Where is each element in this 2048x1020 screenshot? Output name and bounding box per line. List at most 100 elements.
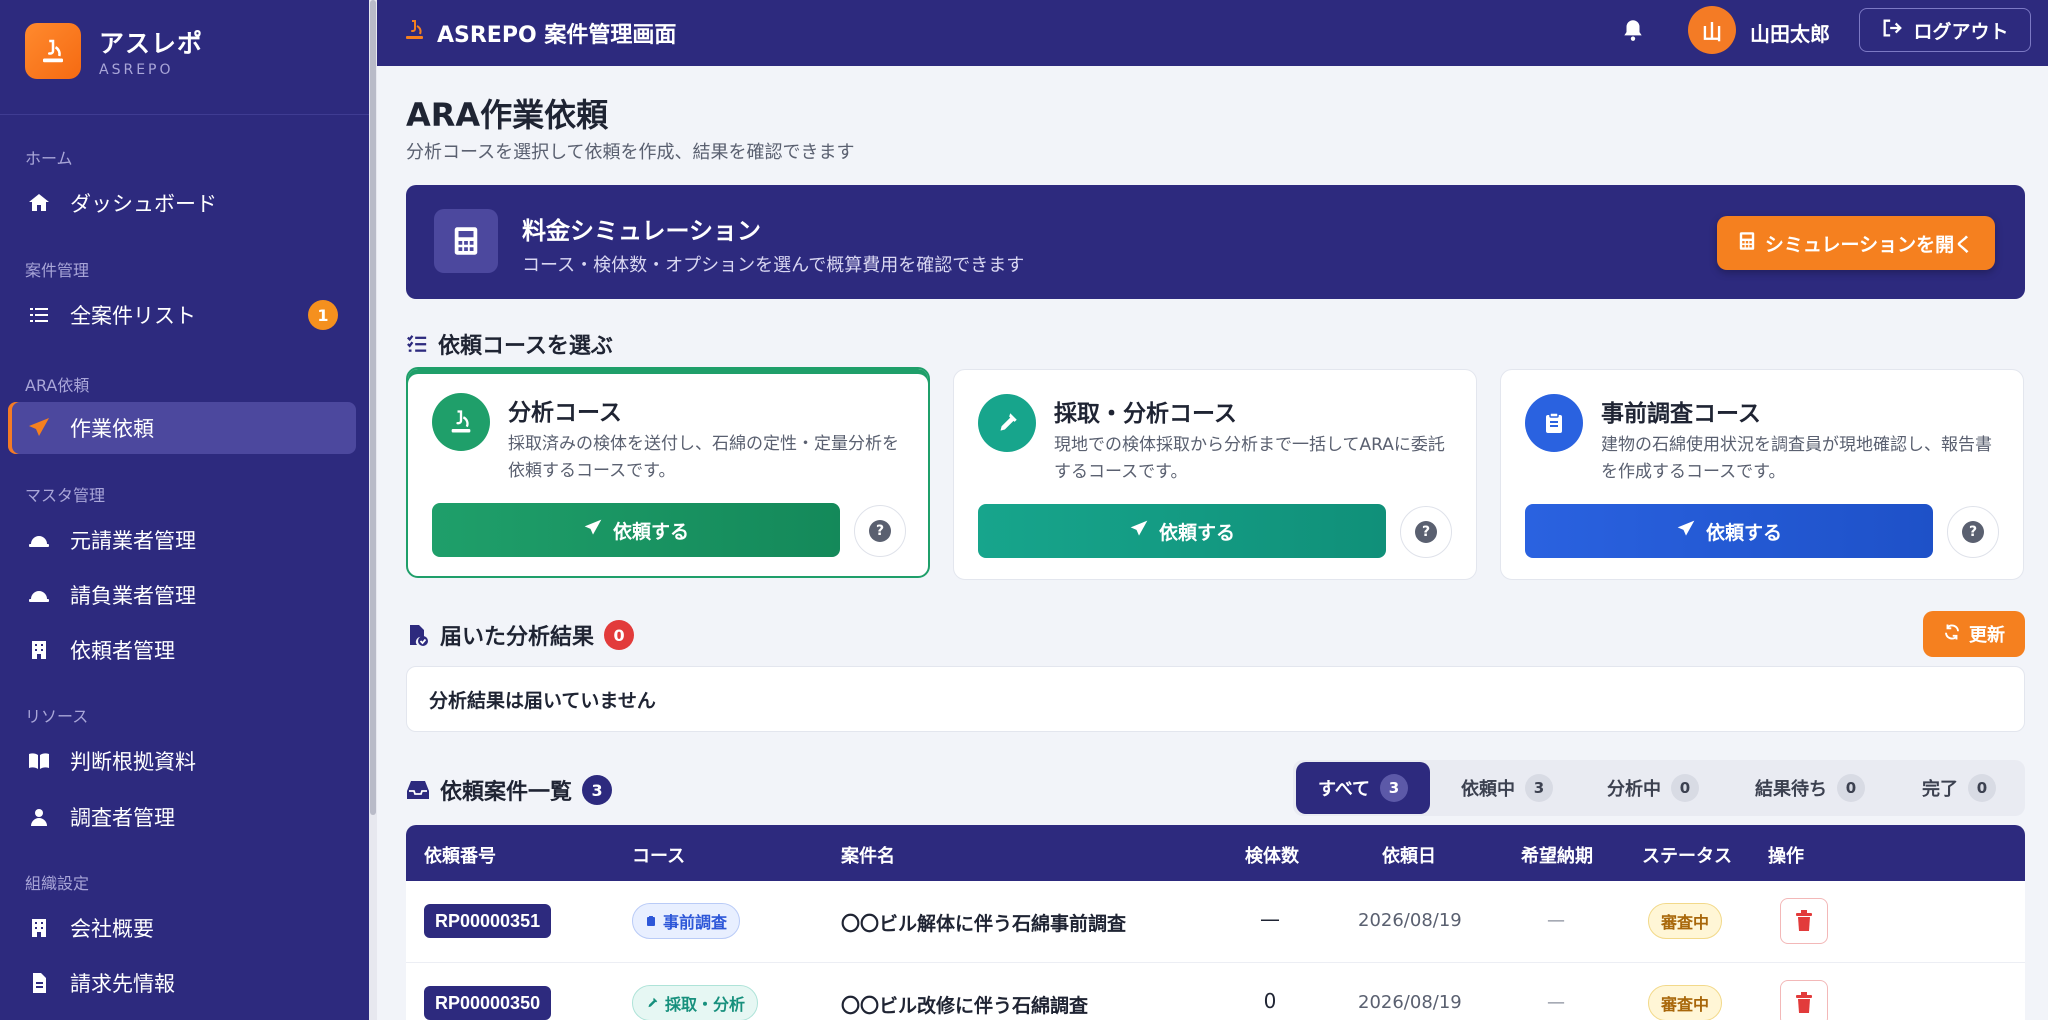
request-button-label: 依頼する: [1158, 521, 1235, 544]
course-description: 採取済みの検体を送付し、石綿の定性・定量分析を依頼するコースです。: [508, 434, 899, 481]
case-name[interactable]: 〇〇ビル解体に伴う石綿事前調査: [841, 909, 1126, 936]
tab-analyzing[interactable]: 分析中 0: [1583, 762, 1723, 814]
sidebar-item-billing[interactable]: 請求先情報: [8, 957, 356, 1009]
course-card-sampling-analysis[interactable]: 採取・分析コース 現地での検体採取から分析まで一括してARAに委託するコースです…: [953, 369, 1477, 580]
sample-count: —: [1260, 907, 1280, 931]
request-date: 2026/08/19: [1358, 910, 1462, 931]
column-header[interactable]: 検体数: [1245, 842, 1299, 868]
due-date: —: [1547, 910, 1565, 931]
trash-icon: [1796, 910, 1812, 931]
column-header[interactable]: 依頼日: [1382, 842, 1436, 868]
tab-label: 依頼中: [1461, 779, 1515, 800]
requests-section-heading: 依頼案件一覧 3: [406, 774, 613, 806]
course-card-analysis[interactable]: 分析コース 採取済みの検体を送付し、石綿の定性・定量分析を依頼するコースです。 …: [406, 367, 930, 578]
request-id[interactable]: RP00000350: [424, 986, 552, 1020]
sidebar-item-dashboard[interactable]: ダッシュボード: [8, 177, 356, 229]
tab-all[interactable]: すべて 3: [1296, 762, 1430, 814]
building-icon: [24, 913, 54, 943]
bell-icon[interactable]: [1620, 16, 1646, 48]
table-row[interactable]: RP00000351 事前調査 〇〇ビル解体に伴う石綿事前調査 — 2026/0…: [406, 881, 2025, 963]
building-icon: [24, 635, 54, 665]
question-icon: ?: [1415, 521, 1437, 543]
column-header[interactable]: ステータス: [1642, 842, 1732, 868]
refresh-button[interactable]: 更新: [1923, 611, 2025, 657]
course-description: 建物の石綿使用状況を調査員が現地確認し、報告書を作成するコースです。: [1601, 435, 1992, 482]
sidebar-item-reference-docs[interactable]: 判断根拠資料: [8, 735, 356, 787]
brand-name: アスレポ: [99, 29, 204, 58]
request-id[interactable]: RP00000351: [424, 904, 552, 938]
course-tag: 採取・分析: [632, 985, 759, 1020]
column-header[interactable]: 希望納期: [1521, 842, 1593, 868]
delete-button[interactable]: [1780, 898, 1828, 944]
scrollbar-thumb[interactable]: [370, 0, 376, 815]
tab-count: 0: [1837, 774, 1865, 802]
column-header[interactable]: 依頼番号: [424, 842, 496, 868]
help-button[interactable]: ?: [854, 505, 906, 557]
status-filter-tabs: すべて 3 依頼中 3 分析中 0 結果待ち 0 完了 0: [1293, 760, 2025, 816]
column-header[interactable]: 操作: [1768, 842, 1804, 868]
tab-label: 結果待ち: [1755, 779, 1827, 800]
paper-plane-icon: [1129, 519, 1149, 544]
column-header[interactable]: 案件名: [841, 842, 895, 868]
paper-plane-icon: [583, 518, 603, 543]
delete-button[interactable]: [1780, 980, 1828, 1020]
sidebar-item-label: 請求先情報: [70, 972, 175, 996]
sidebar-scrollbar[interactable]: [369, 0, 377, 1020]
logout-button[interactable]: ログアウト: [1859, 8, 2031, 52]
sidebar-item-work-request[interactable]: 作業依頼: [8, 402, 356, 454]
table-row[interactable]: RP00000350 採取・分析 〇〇ビル改修に伴う石綿調査 0 2026/08…: [406, 963, 2025, 1020]
request-button[interactable]: 依頼する: [432, 503, 840, 557]
avatar[interactable]: 山: [1688, 6, 1736, 54]
calculator-icon: [1739, 231, 1755, 256]
case-count-badge: 1: [308, 300, 338, 330]
course-tag-label: 採取・分析: [665, 995, 746, 1014]
course-title: 分析コース: [508, 400, 622, 426]
tab-completed[interactable]: 完了 0: [1897, 762, 2021, 814]
open-simulation-button[interactable]: シミュレーションを開く: [1717, 216, 1995, 270]
help-button[interactable]: ?: [1947, 506, 1999, 558]
tab-count: 3: [1525, 774, 1553, 802]
sidebar-item-subcontractors[interactable]: 請負業者管理: [8, 569, 356, 621]
user-name[interactable]: 山田太郎: [1750, 18, 1830, 47]
page-title: ARA作業依頼: [406, 96, 609, 134]
clipboard-icon: [645, 914, 657, 928]
sidebar-item-label: 依頼者管理: [70, 639, 175, 663]
sidebar-section-cases: 案件管理: [25, 261, 90, 280]
hardhat-icon: [24, 525, 54, 555]
requests-table: 依頼番号 コース 案件名 検体数 依頼日 希望納期 ステータス 操作 RP000…: [406, 825, 2025, 1020]
sidebar-item-requesters[interactable]: 依頼者管理: [8, 624, 356, 676]
paper-plane-icon: [1676, 519, 1696, 544]
microscope-icon: [403, 18, 427, 48]
sidebar-item-company[interactable]: 会社概要: [8, 902, 356, 954]
course-tag-label: 事前調査: [663, 913, 728, 932]
list-icon: [24, 300, 54, 330]
paper-plane-icon: [24, 413, 54, 443]
help-button[interactable]: ?: [1400, 506, 1452, 558]
sidebar-item-label: 調査者管理: [70, 806, 175, 830]
top-bar: ASREPO 案件管理画面 山 山田太郎 ログアウト: [377, 0, 2048, 66]
sidebar-divider: [0, 114, 369, 115]
refresh-icon: [1943, 623, 1961, 646]
case-name[interactable]: 〇〇ビル改修に伴う石綿調査: [841, 991, 1088, 1018]
sidebar-item-prime-contractors[interactable]: 元請業者管理: [8, 514, 356, 566]
sidebar-item-label: 会社概要: [70, 917, 154, 941]
app-title: ASREPO 案件管理画面: [403, 17, 676, 49]
course-tag: 事前調査: [632, 903, 741, 939]
tab-requested[interactable]: 依頼中 3: [1437, 762, 1577, 814]
app-title-text: ASREPO 案件管理画面: [437, 23, 677, 48]
sidebar-section-ara: ARA依頼: [25, 376, 90, 395]
sidebar-section-org: 組織設定: [25, 874, 90, 893]
course-card-pre-survey[interactable]: 事前調査コース 建物の石綿使用状況を調査員が現地確認し、報告書を作成するコースで…: [1500, 369, 2024, 580]
checklist-icon: [406, 333, 428, 355]
sidebar-section-home: ホーム: [25, 149, 73, 168]
sidebar-item-investigators[interactable]: 調査者管理: [8, 791, 356, 843]
requests-count-badge: 3: [582, 775, 613, 805]
brand[interactable]: アスレポ ASREPO: [25, 23, 203, 79]
tab-awaiting-results[interactable]: 結果待ち 0: [1730, 762, 1890, 814]
requests-section-title: 依頼案件一覧: [440, 780, 573, 805]
request-button[interactable]: 依頼する: [1525, 504, 1933, 558]
request-date: 2026/08/19: [1358, 992, 1462, 1013]
request-button[interactable]: 依頼する: [978, 504, 1386, 558]
column-header[interactable]: コース: [632, 842, 685, 868]
sidebar-item-all-cases[interactable]: 全案件リスト 1: [8, 289, 356, 341]
